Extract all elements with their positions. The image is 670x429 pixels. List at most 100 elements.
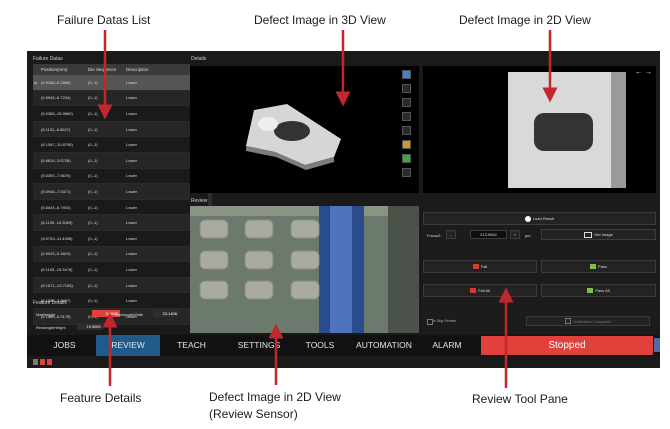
fit-view-icon[interactable] bbox=[402, 98, 411, 107]
cell-description: Lower bbox=[126, 235, 137, 241]
cell-position: (5.0392,-7.6676) bbox=[41, 173, 71, 179]
column-position[interactable]: Position(mm) bbox=[39, 67, 88, 72]
table-row[interactable]: (5.0385,-15.9660) (0,-1) Lower bbox=[33, 106, 190, 122]
cell-position: (5.6444,-6.7903) bbox=[41, 204, 71, 210]
status-icon-3 bbox=[47, 359, 52, 365]
thumbs-up-icon bbox=[590, 264, 597, 269]
tab-teach[interactable]: TEACH bbox=[164, 335, 219, 356]
grid-body: ▶ (6.9188,-6.2886) (0,-1) Lower (5.5948,-6.7… bbox=[33, 75, 190, 325]
cell-position: (6.9188,-6.2886) bbox=[41, 79, 71, 85]
table-row[interactable]: (6.1105,-15.3478) (0,-1) Lower bbox=[33, 262, 190, 278]
cell-position: (6.1139,-10.3069) bbox=[41, 220, 73, 226]
color-map-icon[interactable] bbox=[402, 140, 411, 149]
next-arrow-icon[interactable]: → bbox=[645, 69, 652, 76]
cell-die-sequence: (0,-1) bbox=[88, 298, 98, 304]
review-blue-stripe-highlight bbox=[330, 206, 352, 333]
review-band-top bbox=[190, 206, 419, 216]
review-pad bbox=[290, 250, 320, 270]
nav-right-edge-icon[interactable] bbox=[654, 338, 660, 352]
table-row[interactable]: (5.0392,-7.6676) (0,-1) Lower bbox=[33, 169, 190, 185]
cell-die-sequence: (0,-1) bbox=[88, 110, 98, 116]
review-pad bbox=[244, 280, 274, 300]
grid-view-icon[interactable] bbox=[402, 126, 411, 135]
table-row[interactable]: (5.5043,-5.4819) (0,-1) Lower bbox=[33, 246, 190, 263]
3d-surface-render bbox=[246, 104, 341, 170]
tab-alarm[interactable]: ALARM bbox=[425, 335, 469, 356]
column-die-sequence[interactable]: Die Sequence bbox=[88, 67, 126, 72]
2d-defect-dark bbox=[534, 113, 593, 151]
thumbs-up-all-icon bbox=[587, 288, 594, 293]
focusz-input[interactable]: 213.5962 bbox=[470, 230, 507, 239]
grid-header: Position(mm) Die Sequence Description bbox=[33, 64, 190, 75]
callout-defect-2d-review: Defect Image in 2D View bbox=[209, 390, 341, 404]
rectangle-width-label: RectangleWidth bbox=[115, 312, 144, 317]
cell-description: Lower bbox=[126, 251, 137, 257]
get-image-button[interactable]: Get Image bbox=[541, 229, 656, 240]
crop-tool-icon[interactable] bbox=[402, 84, 411, 93]
table-row[interactable]: (5.6444,-6.7903) (0,-1) Lower bbox=[33, 200, 190, 216]
review-pad bbox=[244, 250, 274, 270]
cell-die-sequence: (0,-1) bbox=[88, 79, 98, 85]
review-pad bbox=[244, 219, 274, 239]
table-row[interactable]: (5.0946,-7.5371) (0,-1) Lower bbox=[33, 184, 190, 200]
tab-automation[interactable]: AUTOMATION bbox=[349, 335, 419, 356]
table-row[interactable]: (6.1571,-13.7158) (0,-1) Lower bbox=[33, 277, 190, 294]
thumbs-down-all-icon bbox=[470, 288, 477, 293]
defect-3d-view[interactable] bbox=[190, 66, 419, 193]
table-row[interactable]: (6.1139,-10.3069) (0,-1) Lower bbox=[33, 215, 190, 231]
review-pad bbox=[290, 280, 320, 300]
fail-button[interactable]: Fail bbox=[423, 260, 537, 273]
review-sensor-view[interactable] bbox=[190, 206, 419, 333]
table-row[interactable]: (5.5948,-6.7234) (0,-1) Lower bbox=[33, 90, 190, 107]
cell-position: (6.1131,-6.8627) bbox=[41, 126, 71, 132]
tab-review[interactable]: REVIEW bbox=[96, 335, 160, 356]
column-description[interactable]: Description bbox=[126, 67, 166, 72]
review-pad bbox=[199, 250, 229, 270]
rotate-icon[interactable] bbox=[402, 112, 411, 121]
focus-plus-button[interactable]: + bbox=[510, 230, 520, 239]
cell-description: Lower bbox=[126, 110, 137, 116]
prev-arrow-icon[interactable]: ← bbox=[635, 69, 642, 76]
cell-die-sequence: (0,-1) bbox=[88, 204, 98, 210]
pass-button[interactable]: Pass bbox=[541, 260, 656, 273]
load-result-button[interactable]: Load Result bbox=[423, 212, 656, 225]
tab-tools[interactable]: TOOLS bbox=[296, 335, 344, 356]
2d-right-edge bbox=[611, 72, 626, 188]
callout-feature-details: Feature Details bbox=[60, 391, 142, 405]
camera-icon bbox=[584, 231, 593, 238]
max-height-label: MaxHeight bbox=[36, 312, 56, 317]
profile-icon[interactable] bbox=[402, 154, 411, 163]
failure-datas-title: Failure Datas bbox=[33, 56, 63, 62]
table-row[interactable]: ▶ (6.9188,-6.2886) (0,-1) Lower bbox=[33, 75, 190, 91]
cell-die-sequence: (0,-1) bbox=[88, 251, 98, 257]
load-result-label: Load Result bbox=[532, 216, 555, 221]
defect-2d-view[interactable]: ← → bbox=[423, 66, 656, 193]
cell-position: (6.1067,-10.8706) bbox=[41, 142, 73, 148]
pass-label: Pass bbox=[598, 264, 607, 269]
table-row[interactable]: (5.6816,-3.6728) (0,-1) Lower bbox=[33, 152, 190, 169]
machine-status-stopped[interactable]: Stopped bbox=[481, 336, 653, 355]
measure-icon[interactable] bbox=[402, 168, 411, 177]
fail-all-button[interactable]: Fail All bbox=[423, 284, 537, 297]
tab-settings[interactable]: SETTINGS bbox=[228, 335, 290, 356]
cell-position: (5.0385,-15.9660) bbox=[41, 110, 73, 116]
tab-jobs[interactable]: JOBS bbox=[37, 335, 92, 356]
cell-description: Lower bbox=[126, 220, 137, 226]
move-tool-icon[interactable] bbox=[402, 70, 411, 79]
feature-details-title: Feature Details bbox=[33, 300, 67, 306]
table-row[interactable]: (6.0753,-11.4398) (0,-1) Lower bbox=[33, 231, 190, 247]
table-row[interactable]: (6.1131,-6.8627) (0,-1) Lower bbox=[33, 121, 190, 138]
cell-die-sequence: (0,-1) bbox=[88, 282, 98, 288]
cell-description: Lower bbox=[126, 173, 137, 179]
review-render bbox=[190, 206, 419, 333]
pass-all-button[interactable]: Pass All bbox=[541, 284, 656, 297]
verification-complete-button[interactable]: Verification Complete bbox=[526, 316, 650, 326]
rectangle-height-value: 19.5591 bbox=[77, 323, 103, 330]
focus-minus-button[interactable]: - bbox=[446, 230, 456, 239]
focus-unit: μm bbox=[525, 233, 531, 238]
verification-complete-label: Verification Complete bbox=[573, 318, 611, 324]
cell-die-sequence: (0,-1) bbox=[88, 266, 98, 272]
table-row[interactable]: (6.1067,-10.8706) (0,-1) Lower bbox=[33, 137, 190, 153]
focusz-label: FocusZ: bbox=[427, 233, 442, 238]
3d-surface-highlight bbox=[258, 117, 278, 131]
